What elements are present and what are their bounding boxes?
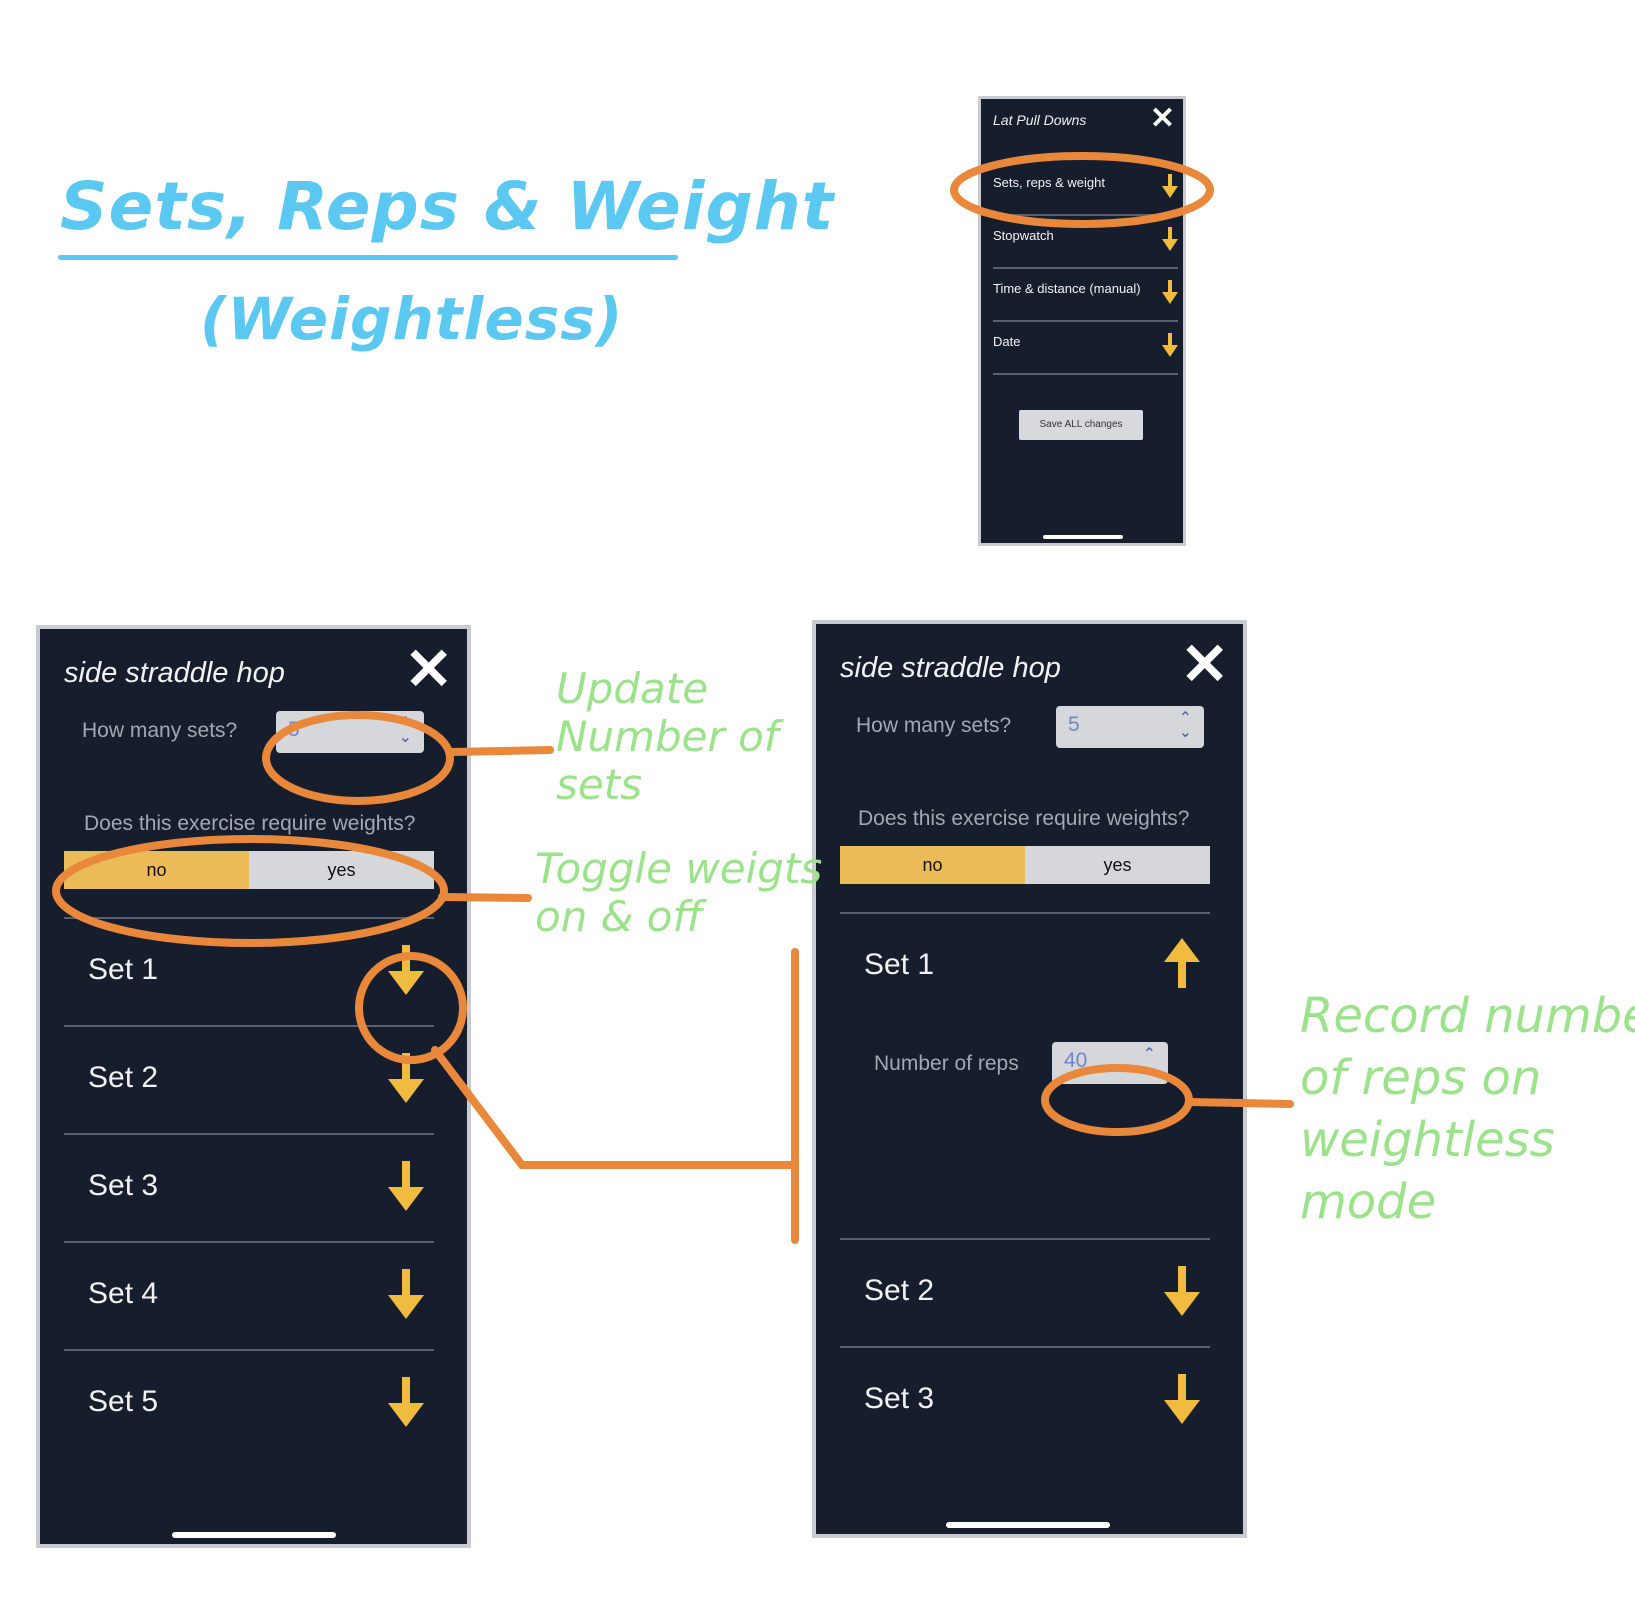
highlight-reps-stepper [1041,1064,1193,1136]
highlight-weights-toggle [52,835,448,947]
connector-reps [1186,1098,1294,1108]
connector-toggle [438,893,532,902]
connector-expand [431,1046,799,1169]
highlight-set1-arrow [355,952,467,1064]
annotation-overlay [52,152,1294,1244]
highlight-sets-reps-menu [950,152,1214,228]
highlight-sets-stepper [262,711,454,805]
connector-sets [446,746,554,756]
